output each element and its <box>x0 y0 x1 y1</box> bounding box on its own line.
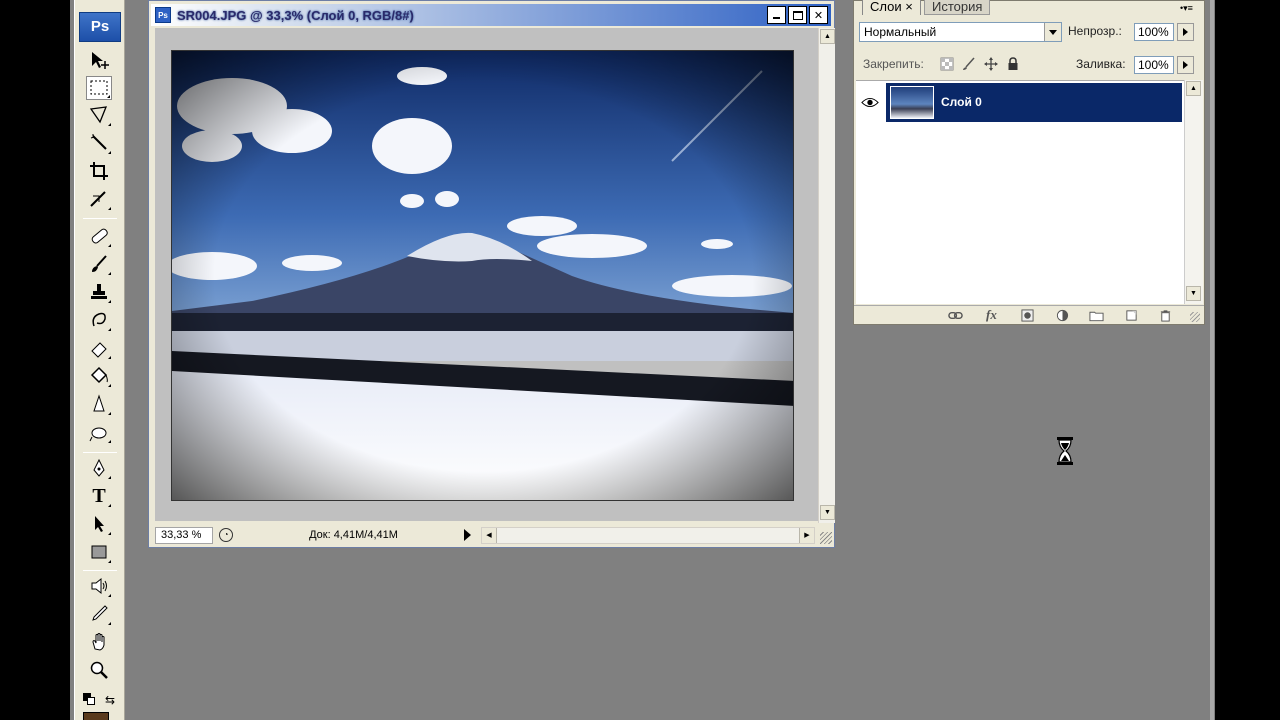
swap-colors-icon[interactable]: ⇆ <box>105 693 115 707</box>
lock-position-icon[interactable] <box>984 57 998 71</box>
new-group-folder-icon[interactable] <box>1089 309 1104 322</box>
hourglass-cursor-icon <box>1057 437 1073 465</box>
resize-grip-icon[interactable] <box>820 532 832 544</box>
vertical-scrollbar[interactable]: ▲ ▼ <box>818 28 835 523</box>
tab-history[interactable]: История <box>924 0 991 15</box>
healing-brush-icon[interactable] <box>86 224 112 248</box>
crop-icon[interactable] <box>86 159 112 183</box>
pen-icon[interactable] <box>86 456 112 480</box>
toolbox-separator <box>83 570 117 571</box>
layer-row[interactable]: Слой 0 <box>856 83 1182 122</box>
new-layer-icon[interactable] <box>1124 309 1139 322</box>
close-button[interactable]: ✕ <box>809 6 828 24</box>
chevron-down-icon[interactable] <box>1044 23 1061 41</box>
layer-selected-background[interactable]: Слой 0 <box>886 83 1182 122</box>
maximize-button[interactable] <box>788 6 807 24</box>
document-size-info: Док: 4,41M/4,41M <box>309 529 398 541</box>
layers-scroll-up-button[interactable]: ▲ <box>1186 81 1201 96</box>
document-title: SR004.JPG @ 33,3% (Слой 0, RGB/8#) <box>177 7 414 23</box>
toolbox: Ps T ⇆ <box>74 0 125 720</box>
layer-style-fx-icon[interactable]: fx <box>986 307 1001 322</box>
blend-mode-select[interactable]: Нормальный <box>859 22 1062 42</box>
lock-transparency-icon[interactable] <box>940 57 954 71</box>
notes-audio-icon[interactable] <box>86 574 112 598</box>
eraser-icon[interactable] <box>86 336 112 360</box>
opacity-input[interactable]: 100% <box>1134 23 1174 41</box>
image-canvas[interactable] <box>171 50 794 501</box>
lasso-icon[interactable] <box>86 103 112 127</box>
blur-icon[interactable] <box>86 392 112 416</box>
document-window[interactable]: Ps SR004.JPG @ 33,3% (Слой 0, RGB/8#) ✕ <box>148 0 835 548</box>
panel-resize-grip-icon[interactable] <box>1190 312 1200 322</box>
paint-bucket-icon[interactable] <box>86 364 112 388</box>
layer-name: Слой 0 <box>941 95 982 109</box>
foreground-color-swatch[interactable] <box>83 712 109 720</box>
status-bar: 33,33 % ◔ Док: 4,41M/4,41M ◀ ▶ <box>153 523 818 545</box>
photoshop-logo[interactable]: Ps <box>79 12 121 42</box>
layers-scroll-down-button[interactable]: ▼ <box>1186 286 1201 301</box>
zoom-level-field[interactable]: 33,33 % <box>155 527 213 544</box>
canvas-area[interactable] <box>155 28 818 521</box>
lock-all-icon[interactable] <box>1006 57 1020 71</box>
default-colors-icon[interactable] <box>83 693 95 705</box>
layers-footer: fx <box>854 305 1204 324</box>
layer-mask-icon[interactable] <box>1020 309 1035 322</box>
status-info-icon[interactable]: ◔ <box>219 528 233 542</box>
scroll-up-button[interactable]: ▲ <box>820 29 835 44</box>
opacity-label: Непрозр.: <box>1068 24 1122 38</box>
layers-list[interactable]: Слой 0 <box>856 80 1184 304</box>
link-layers-icon[interactable] <box>948 309 963 322</box>
landscape-photo <box>172 51 793 500</box>
brush-icon[interactable] <box>86 252 112 276</box>
scroll-left-button[interactable]: ◀ <box>482 528 497 543</box>
opacity-arrow-icon[interactable] <box>1177 23 1194 41</box>
zoom-icon[interactable] <box>86 658 112 682</box>
document-app-icon: Ps <box>155 7 171 23</box>
fill-arrow-icon[interactable] <box>1177 56 1194 74</box>
layers-scrollbar[interactable]: ▲ ▼ <box>1184 80 1203 304</box>
layers-panel: Слои × История •▾≡ Нормальный Непрозр.: … <box>853 0 1205 325</box>
fill-input[interactable]: 100% <box>1134 56 1174 74</box>
eye-icon[interactable] <box>860 93 880 111</box>
horizontal-scrollbar[interactable]: ◀ ▶ <box>481 527 815 544</box>
minimize-button[interactable] <box>767 6 786 24</box>
screen: Ps T ⇆ Ps SR004.JPG @ 33,3% (Слой 0, RGB… <box>0 0 1280 720</box>
status-menu-arrow-icon[interactable] <box>464 529 471 541</box>
history-brush-icon[interactable] <box>86 308 112 332</box>
window-edge <box>1210 0 1214 720</box>
dodge-icon[interactable] <box>86 420 112 444</box>
minimize-icon <box>773 17 780 19</box>
clone-stamp-icon[interactable] <box>86 280 112 304</box>
scroll-down-button[interactable]: ▼ <box>820 505 835 520</box>
toolbox-separator <box>83 452 117 453</box>
blend-mode-value: Нормальный <box>864 25 937 39</box>
layer-thumbnail <box>890 86 934 119</box>
close-icon: ✕ <box>813 9 824 22</box>
panel-menu-icon[interactable]: •▾≡ <box>1180 3 1193 14</box>
trash-icon[interactable] <box>1158 309 1173 322</box>
scroll-right-button[interactable]: ▶ <box>799 528 814 543</box>
slice-icon[interactable] <box>86 187 112 211</box>
path-selection-icon[interactable] <box>86 512 112 536</box>
tab-layers[interactable]: Слои × <box>862 0 921 15</box>
fill-label: Заливка: <box>1076 57 1126 71</box>
rectangular-marquee-icon[interactable] <box>86 76 112 100</box>
maximize-icon <box>792 10 803 20</box>
toolbox-separator <box>83 218 117 219</box>
eyedropper-icon[interactable] <box>86 602 112 626</box>
type-tool-glyph: T <box>92 484 106 507</box>
adjustment-layer-icon[interactable] <box>1055 309 1070 322</box>
panel-tabs: Слои × История •▾≡ <box>854 0 1204 15</box>
document-title-bar[interactable]: Ps SR004.JPG @ 33,3% (Слой 0, RGB/8#) ✕ <box>151 4 831 26</box>
rectangle-shape-icon[interactable] <box>86 540 112 564</box>
hand-icon[interactable] <box>86 630 112 654</box>
type-tool-icon[interactable]: T <box>86 484 112 508</box>
magic-wand-icon[interactable] <box>86 131 112 155</box>
move-tool-icon[interactable] <box>86 48 112 72</box>
lock-label: Закрепить: <box>863 57 924 71</box>
lock-pixels-icon[interactable] <box>962 57 976 71</box>
